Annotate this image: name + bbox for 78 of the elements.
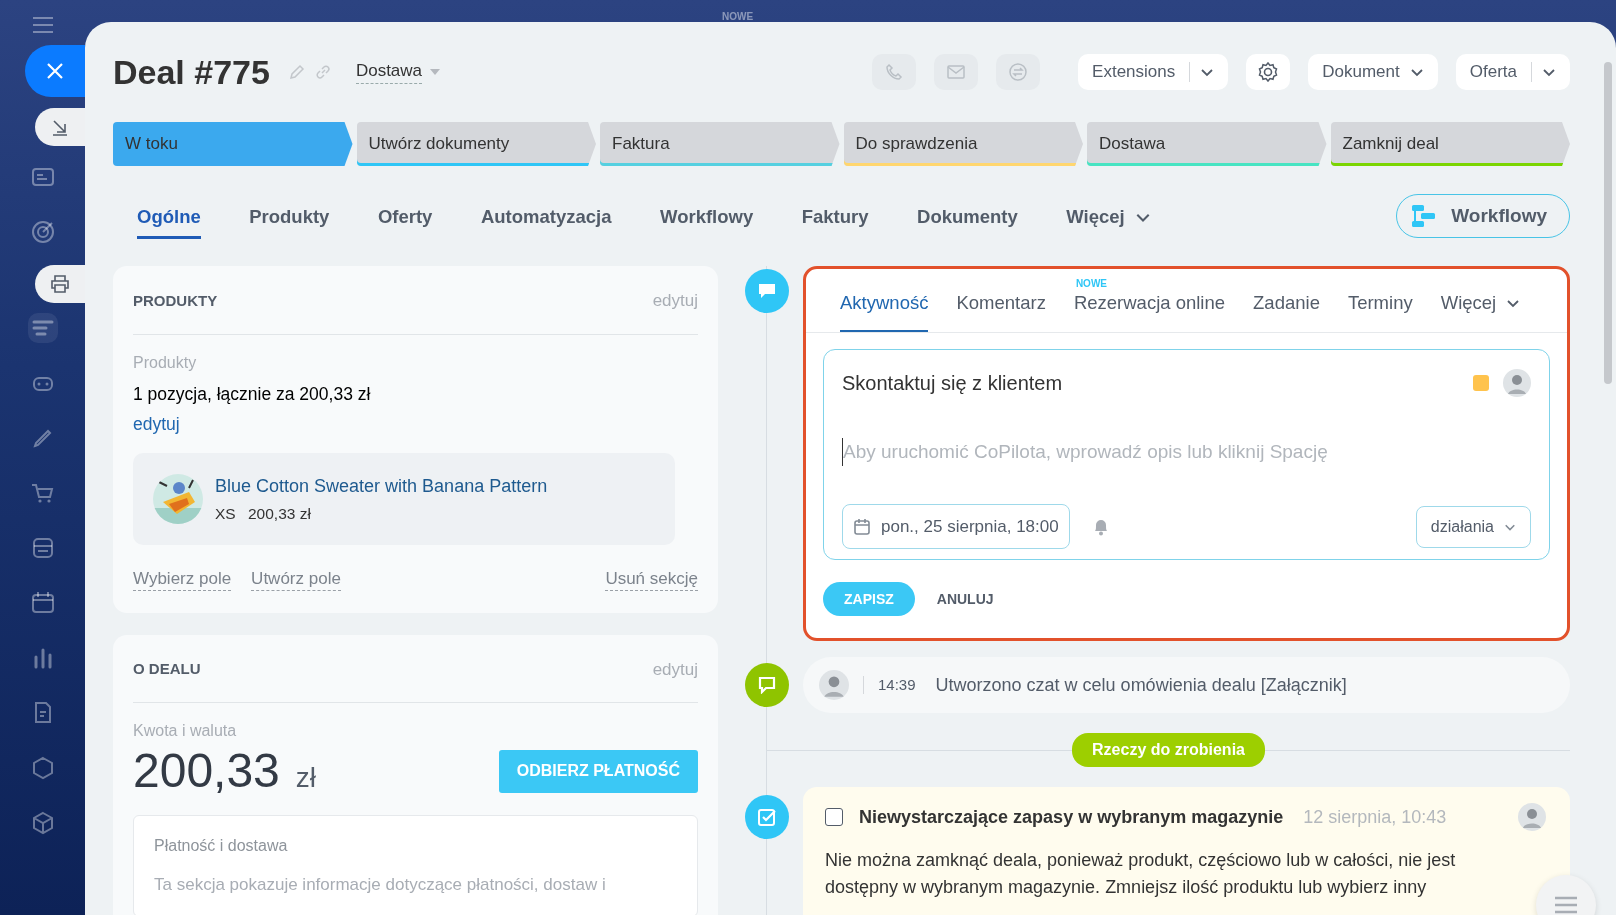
products-summary: 1 pozycja, łącznie za 200,33 zł (133, 382, 372, 406)
field-link[interactable]: Utwórz pole (251, 569, 341, 591)
more-tab[interactable]: Więcej (1440, 275, 1521, 332)
more-tab[interactable]: Więcej (1066, 192, 1151, 240)
field-label: Produkty (133, 352, 198, 373)
item-text: Utworzono czat w celu omówienia dealu [Załącznik] (935, 673, 1347, 697)
workflow-icon (1411, 204, 1438, 228)
edit-link[interactable]: edytuj (133, 410, 180, 437)
dropdown-button[interactable]: Dokument (1308, 54, 1438, 90)
stage-step[interactable]: Dostawa (1087, 122, 1327, 166)
tab[interactable]: Zadanie (1253, 275, 1320, 332)
stage-step[interactable]: Faktura (600, 122, 840, 166)
remove-section-link[interactable]: Usuń sekcję (605, 569, 698, 591)
avatar-icon (819, 670, 849, 701)
phone-icon (884, 62, 905, 82)
field-label: Kwota i waluta (133, 721, 238, 742)
deal-title: Deal #775 (113, 51, 270, 93)
pipeline-dropdown[interactable]: Dostawa (355, 60, 441, 84)
cancel-button[interactable]: ANULUJ (930, 587, 1000, 611)
field-link[interactable]: Wybierz pole (133, 569, 232, 591)
amount-value: 200,33 (133, 744, 280, 798)
section-title: O DEALU (133, 659, 201, 680)
product-item[interactable]: Blue Cotton Sweater with Banana Pattern XS 200,33 zł (133, 453, 675, 546)
tab[interactable]: Dokumenty (917, 192, 1018, 240)
tab[interactable]: Workflowy (660, 192, 754, 240)
close-icon (46, 62, 64, 80)
scrollbar[interactable] (1604, 62, 1612, 384)
chat-icon (1008, 62, 1029, 82)
print-button[interactable] (35, 265, 85, 303)
color-marker[interactable] (1473, 374, 1489, 391)
avatar-icon (1503, 368, 1531, 397)
split-button[interactable]: Extensions (1078, 54, 1229, 90)
section-label: Rzeczy do zrobienia (1072, 733, 1265, 768)
close-button[interactable] (25, 45, 85, 97)
section-title: PRODUKTY (133, 290, 218, 311)
stage-step[interactable]: W toku (113, 122, 353, 166)
task-title: Niewystarczające zapasy w wybranym magazynie (859, 805, 1284, 829)
list-icon (1553, 895, 1579, 915)
currency-label: zł (295, 761, 317, 796)
tab[interactable]: Komentarz (956, 275, 1046, 332)
split-button[interactable]: Oferta (1455, 54, 1570, 90)
comment-icon (745, 269, 789, 313)
tab[interactable]: Produkty (249, 192, 330, 240)
task-description: Nie można zamknąć deala, ponieważ produkt, częściowo lub w całości, nie jest dostępny w wybranym magazynie. Zmniejsz ilość produktu lub wybierz inny (825, 849, 1457, 900)
new-label: NOWE (1075, 279, 1107, 289)
tab[interactable]: Faktury (801, 192, 869, 240)
actions-dropdown[interactable]: działania (1415, 505, 1531, 548)
stage-step[interactable]: Do sprawdzenia (843, 122, 1083, 166)
activity-title: Skontaktuj się z klientem (842, 370, 1063, 396)
panel-title: Płatność i dostawa (154, 836, 289, 857)
tab[interactable]: Terminy (1347, 275, 1413, 332)
tab[interactable]: Automatyzacja (480, 192, 612, 240)
deadline-button[interactable]: pon., 25 sierpnia, 18:00 (842, 504, 1070, 550)
tab[interactable]: Ogólne (137, 192, 201, 240)
item-time: 14:39 (878, 675, 916, 695)
calendar-icon (853, 517, 871, 536)
settings-button[interactable] (1246, 54, 1291, 90)
panel-description: Ta sekcja pokazuje informacje dotyczące płatności, dostaw i (154, 874, 607, 897)
settings-icon (1257, 61, 1280, 83)
arrow-down-right-icon (51, 118, 69, 136)
chat-icon (745, 663, 789, 708)
mail-icon (946, 62, 967, 82)
list-icon[interactable] (27, 313, 58, 343)
product-variant: XS (215, 505, 236, 522)
tab[interactable]: Oferty (377, 192, 433, 240)
task-date: 12 sierpnia, 10:43 (1303, 805, 1447, 829)
checkbox[interactable] (825, 808, 843, 827)
printer-icon (50, 274, 70, 294)
new-label: NOWE (722, 10, 754, 24)
caret-icon (430, 69, 441, 75)
task-icon (745, 795, 789, 840)
avatar-icon (1518, 803, 1546, 832)
stage-step[interactable]: Zamknij deal (1330, 122, 1570, 166)
stage-step[interactable]: Utwórz dokumenty (356, 122, 596, 166)
product-name[interactable]: Blue Cotton Sweater with Banana Pattern (215, 473, 548, 500)
minimize-button[interactable] (35, 108, 85, 146)
product-price: 200,33 zł (248, 505, 311, 522)
tab[interactable]: Aktywność (840, 275, 929, 332)
